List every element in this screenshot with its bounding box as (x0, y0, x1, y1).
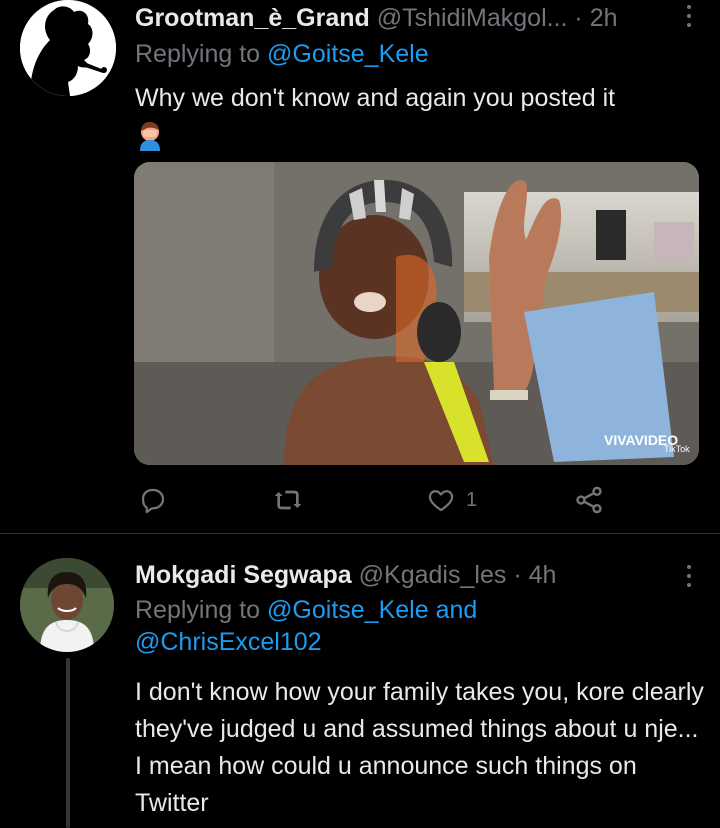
share-icon (576, 486, 602, 514)
heart-icon (428, 490, 454, 512)
reply-button[interactable] (138, 483, 168, 517)
replying-prefix: Replying to (135, 40, 261, 68)
tweet-text: Why we don't know and again you posted i… (135, 84, 616, 112)
tweet-text: I don't know how your family takes you, … (135, 678, 704, 817)
timestamp[interactable]: 2h (590, 4, 618, 32)
replying-to: Replying to @Goitse_Kele (135, 38, 429, 70)
tweet-media-video[interactable]: VIVAVIDEO TikTok (134, 162, 699, 465)
avatar[interactable] (20, 558, 114, 652)
author-handle[interactable]: @TshidiMakgol... (377, 4, 568, 32)
reply-icon (141, 488, 165, 514)
replying-and: and (435, 596, 478, 624)
retweet-button[interactable] (272, 483, 304, 517)
author-name[interactable]: Mokgadi Segwapa (135, 561, 352, 589)
avatar[interactable] (20, 0, 116, 96)
tweet-header: Grootman_è_Grand @TshidiMakgol... · 2h (135, 3, 618, 33)
more-options-icon[interactable] (686, 565, 692, 587)
like-button[interactable]: 1 (426, 483, 477, 517)
replying-to-link[interactable]: @Goitse_Kele (267, 596, 429, 624)
avatar-photo-image (20, 558, 114, 652)
timestamp[interactable]: 4h (529, 561, 557, 589)
share-button[interactable] (573, 483, 605, 517)
video-frame-image: VIVAVIDEO TikTok (134, 162, 699, 465)
like-count: 1 (466, 488, 478, 511)
author-handle[interactable]: @Kgadis_les (359, 561, 507, 589)
replying-to-link[interactable]: @ChrisExcel102 (135, 628, 322, 656)
separator-dot: · (574, 4, 583, 32)
avatar-silhouette-image (20, 0, 116, 96)
face-palm-emoji-icon (140, 121, 160, 151)
replying-to: Replying to @Goitse_Kele and @ChrisExcel… (135, 594, 695, 658)
tweet-2[interactable]: Mokgadi Segwapa @Kgadis_les · 4h Replyin… (0, 534, 720, 828)
thread-line (66, 658, 70, 828)
tweet-actions: 1 (0, 483, 720, 519)
replying-prefix: Replying to (135, 596, 261, 624)
tweet-1[interactable]: Grootman_è_Grand @TshidiMakgol... · 2h R… (0, 0, 720, 533)
tiktok-watermark: TikTok (664, 444, 690, 454)
separator-dot: · (513, 561, 522, 589)
replying-to-link[interactable]: @Goitse_Kele (267, 40, 429, 68)
tweet-header: Mokgadi Segwapa @Kgadis_les · 4h (135, 560, 556, 590)
author-name[interactable]: Grootman_è_Grand (135, 4, 370, 32)
retweet-icon (274, 490, 302, 510)
more-options-icon[interactable] (686, 5, 692, 27)
